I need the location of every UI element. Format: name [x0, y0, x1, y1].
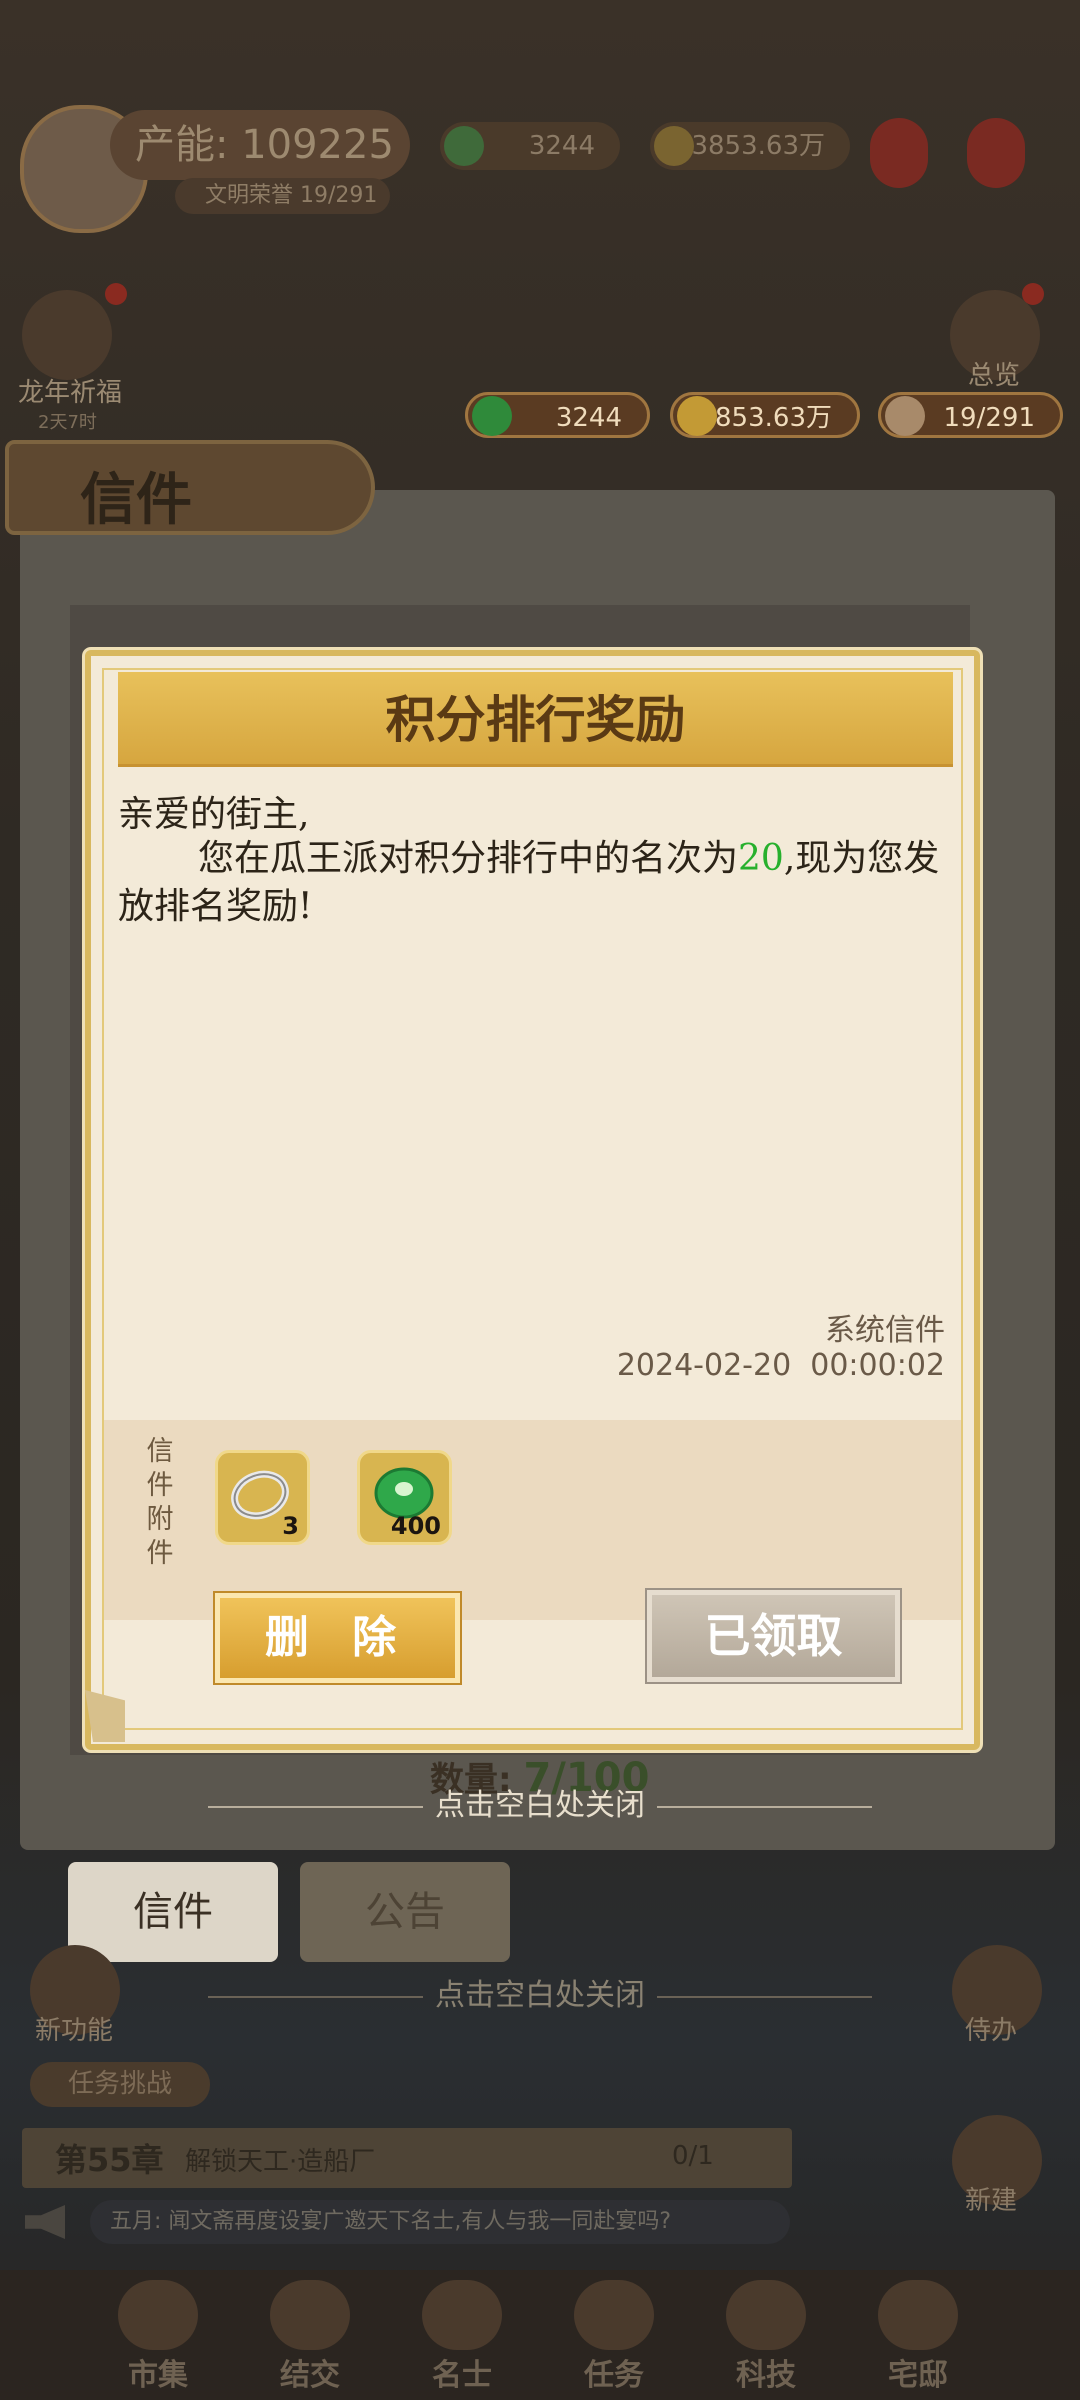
- attendant-label: 侍办: [965, 2016, 1018, 2046]
- quest-tag[interactable]: 任务挑战: [30, 2062, 210, 2107]
- claimed-button[interactable]: 已领取: [647, 1590, 900, 1682]
- honor-pill: 文明荣誉 19/291: [175, 178, 390, 214]
- top-jade-pill: 3244: [440, 122, 620, 170]
- nav-market[interactable]: 市集: [93, 2350, 223, 2394]
- close-hint-text: 点击空白处关闭: [435, 1788, 645, 1823]
- jade-icon: [472, 396, 512, 436]
- chapter-progress: 0/1: [672, 2141, 714, 2171]
- honor-value: 19/291: [300, 183, 378, 208]
- mansion-icon[interactable]: [878, 2280, 958, 2350]
- item-count: 400: [390, 1512, 441, 1540]
- letter-greeting: 亲爱的街主,: [118, 794, 310, 835]
- nav-tasks[interactable]: 任务: [549, 2350, 679, 2394]
- celebrity-icon[interactable]: [422, 2280, 502, 2350]
- tech-icon[interactable]: [726, 2280, 806, 2350]
- friends-icon[interactable]: [270, 2280, 350, 2350]
- overview-label: 总览: [968, 361, 1021, 391]
- close-hint-outer[interactable]: 点击空白处关闭: [0, 1970, 1080, 2014]
- top-coin-value: 3853.63万: [691, 131, 825, 161]
- attachment-label: 信件附件: [146, 1436, 174, 1569]
- honor-label: 文明荣誉: [205, 183, 294, 208]
- top-coin-pill: 3853.63万: [650, 122, 850, 170]
- modal-title: 积分排行奖励: [385, 690, 686, 749]
- notification-dot: [1022, 283, 1044, 305]
- letter-sender: 系统信件: [825, 1313, 945, 1348]
- production-pill: 产能: 109225: [110, 110, 410, 180]
- jade-value: 3244: [555, 403, 622, 433]
- letter-datetime: 2024-02-20 00:00:02: [617, 1348, 945, 1383]
- person-icon: [885, 396, 925, 436]
- production-value: 109225: [241, 122, 394, 168]
- nav-tech[interactable]: 科技: [701, 2350, 831, 2394]
- letter-time: 00:00:02: [810, 1348, 945, 1383]
- attachment-item-jade[interactable]: 400: [357, 1450, 452, 1545]
- people-value: 19/291: [943, 403, 1035, 433]
- mail-title: 信件: [80, 467, 192, 533]
- jade-icon: [444, 126, 484, 166]
- dragon-year-event-icon[interactable]: [22, 290, 112, 380]
- close-hint-outer-text: 点击空白处关闭: [435, 1978, 645, 2013]
- build-label: 新建: [965, 2186, 1018, 2216]
- nav-friends[interactable]: 结交: [245, 2350, 375, 2394]
- event-timer: 2天7时: [38, 412, 97, 433]
- nav-mansion[interactable]: 宅邸: [853, 2350, 983, 2394]
- jade-pill: 3244: [465, 392, 650, 438]
- tab-mail[interactable]: 信件: [68, 1862, 278, 1962]
- people-pill: 19/291: [878, 392, 1063, 438]
- chapter-number: 第55章: [55, 2141, 164, 2179]
- body-before: 您在瓜王派对积分排行中的名次为: [198, 838, 739, 879]
- close-hint[interactable]: 点击空白处关闭: [0, 1780, 1080, 1824]
- production-label: 产能:: [135, 122, 229, 168]
- market-icon[interactable]: [118, 2280, 198, 2350]
- news-ticker[interactable]: 五月: 闻文斋再度设宴广邀天下名士,有人与我一同赴宴吗?: [90, 2200, 790, 2244]
- notification-dot: [105, 283, 127, 305]
- lantern-icon[interactable]: [870, 118, 928, 188]
- coin-pill: 3853.63万: [670, 392, 860, 438]
- tasks-icon[interactable]: [574, 2280, 654, 2350]
- attachment-item-bracelet[interactable]: 3: [215, 1450, 310, 1545]
- coin-icon: [677, 396, 717, 436]
- event-label: 龙年祈福: [18, 378, 123, 408]
- coin-value: 3853.63万: [698, 403, 832, 433]
- rank-value: 20: [738, 838, 784, 879]
- nav-celebrity[interactable]: 名士: [397, 2350, 527, 2394]
- new-feature-label: 新功能: [35, 2016, 114, 2046]
- letter-date: 2024-02-20: [616, 1348, 792, 1383]
- tab-announcement[interactable]: 公告: [300, 1862, 510, 1962]
- top-jade-value: 3244: [528, 131, 595, 161]
- letter-body: 您在瓜王派对积分排行中的名次为20,现为您发放排名奖励!: [118, 835, 948, 931]
- chapter-title: 解锁天工·造船厂: [185, 2147, 376, 2177]
- coin-icon: [654, 126, 694, 166]
- lantern-icon-2[interactable]: [967, 118, 1025, 188]
- delete-button[interactable]: 删 除: [215, 1593, 460, 1683]
- item-count: 3: [282, 1512, 299, 1540]
